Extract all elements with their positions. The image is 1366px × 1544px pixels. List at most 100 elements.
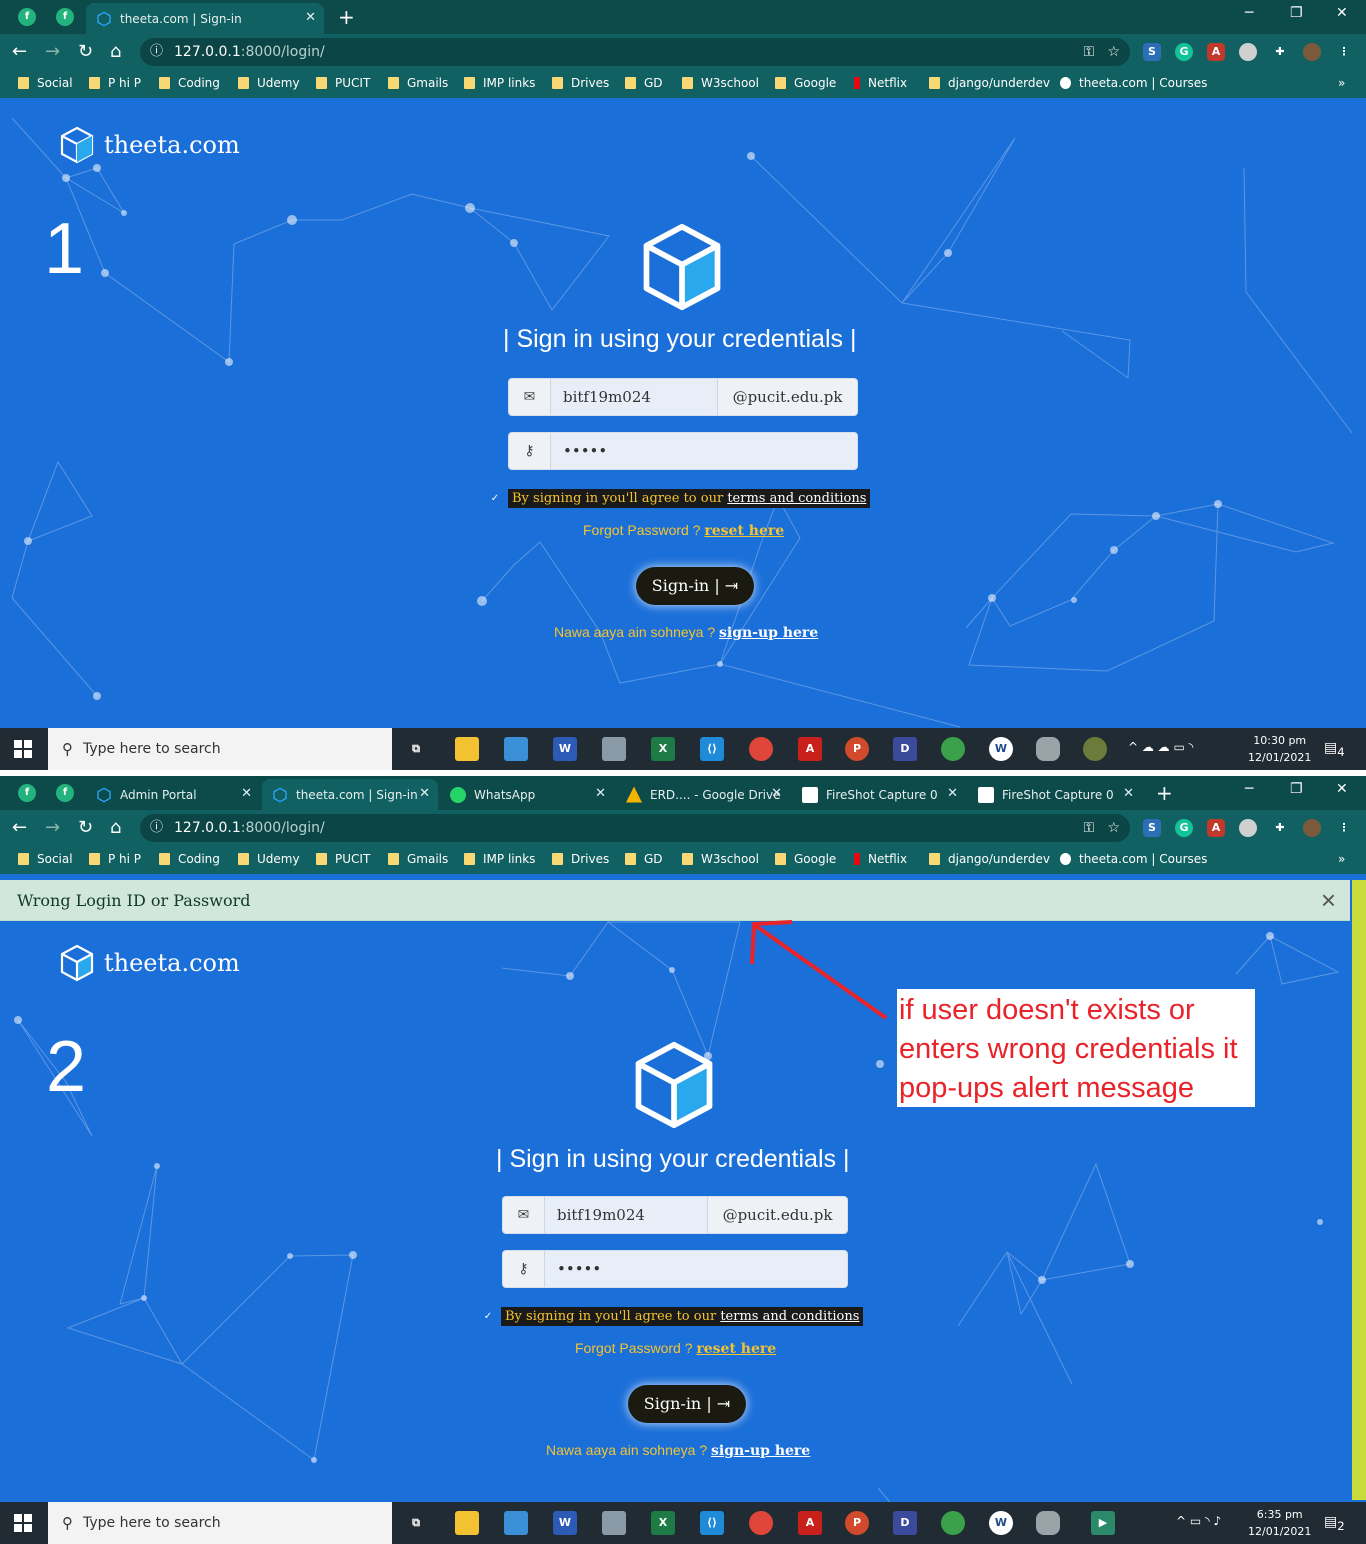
app-arrow-icon[interactable]: ▶ <box>1091 1511 1115 1535</box>
url-input[interactable]: ⓘ 127.0.0.1:8000/login/ ⚿ ☆ <box>140 38 1130 66</box>
photos-icon[interactable] <box>602 737 626 761</box>
home-button[interactable]: ⌂ <box>110 41 121 62</box>
bookmark-django[interactable]: django/underdev <box>929 76 1050 90</box>
bookmark-phip[interactable]: P hi P <box>89 76 141 90</box>
email-field[interactable]: ✉ bitf19m024 @pucit.edu.pk <box>508 378 858 416</box>
task-view-icon[interactable]: ⧉ <box>404 1511 428 1535</box>
bookmark-udemy[interactable]: Udemy <box>238 76 300 90</box>
bookmark-gmails[interactable]: Gmails <box>388 76 448 90</box>
bookmark-imp-links[interactable]: IMP links <box>464 76 535 90</box>
restore-button[interactable]: ❐ <box>1290 5 1303 21</box>
signin-button[interactable]: Sign-in | ⇥ <box>636 567 754 605</box>
clock[interactable]: 10:30 pm 12/01/2021 <box>1248 732 1311 766</box>
windows-start-icon[interactable] <box>14 740 32 758</box>
search-icon: ⚲ <box>62 1514 73 1532</box>
excel-icon[interactable]: X <box>651 1511 675 1535</box>
login-page: theeta.com 1 | Sign in using your creden… <box>0 98 1366 728</box>
bookmark-w3school[interactable]: W3school <box>682 76 759 90</box>
pinned-tab-feedly-2[interactable]: f <box>56 8 74 26</box>
url-host: 127.0.0.1 <box>174 44 241 60</box>
cube-logo-icon <box>60 126 94 164</box>
password-field[interactable]: ⚷ ••••• <box>508 432 858 470</box>
bookmark-pucit[interactable]: PUCIT <box>316 76 370 90</box>
check-icon[interactable]: ✓ <box>488 491 502 506</box>
database-icon[interactable] <box>1036 737 1060 761</box>
window-close-button[interactable]: ✕ <box>1336 5 1348 21</box>
adblock-icon[interactable]: A <box>1207 43 1225 61</box>
avatar[interactable] <box>1303 43 1321 61</box>
terms-link[interactable]: terms and conditions <box>727 491 866 506</box>
notification-count: 4 <box>1337 744 1345 759</box>
grammarly-icon[interactable]: G <box>1175 43 1193 61</box>
bookmark-google[interactable]: Google <box>775 76 836 90</box>
file-explorer-icon[interactable] <box>455 1511 479 1535</box>
chrome-icon[interactable] <box>749 737 773 761</box>
close-icon[interactable]: ✕ <box>305 10 316 25</box>
bookmark-drives[interactable]: Drives <box>552 76 609 90</box>
taskbar-search-input[interactable]: ⚲ Type here to search <box>48 728 392 770</box>
devcpp-icon[interactable]: D <box>893 1511 917 1535</box>
brand-logo[interactable]: theeta.com <box>60 126 240 164</box>
reset-link[interactable]: reset here <box>704 523 784 539</box>
new-tab-button[interactable]: + <box>338 5 355 29</box>
extension-circle-icon[interactable] <box>1239 43 1257 61</box>
excel-icon[interactable]: X <box>651 737 675 761</box>
taskbar: ⚲ Type here to search ⧉ W X ⟨⟩ A P D W ▶ … <box>0 1502 1366 1544</box>
extension-s-icon[interactable]: S <box>1143 43 1161 61</box>
store-icon[interactable] <box>504 737 528 761</box>
task-view-icon[interactable]: ⧉ <box>404 737 428 761</box>
username-value[interactable]: bitf19m024 <box>551 388 717 406</box>
reload-button[interactable]: ↻ <box>78 41 93 62</box>
envelope-icon: ✉ <box>509 379 551 415</box>
bookmark-coding[interactable]: Coding <box>159 76 220 90</box>
paint-icon[interactable] <box>1083 737 1107 761</box>
menu-icon[interactable]: ⋮ <box>1335 43 1353 61</box>
screenshot-1: f f theeta.com | Sign-in ✕ + ─ ❐ ✕ ← → ↻… <box>0 0 1366 770</box>
pinned-tab-feedly[interactable]: f <box>18 8 36 26</box>
minimize-button[interactable]: ─ <box>1245 5 1253 21</box>
notifications-icon[interactable]: ▤4 <box>1324 740 1345 759</box>
signup-link[interactable]: sign-up here <box>719 625 818 641</box>
app-w-icon[interactable]: W <box>989 1511 1013 1535</box>
forward-button[interactable]: → <box>45 41 60 62</box>
puzzle-icon[interactable]: ✚ <box>1271 43 1289 61</box>
store-icon[interactable] <box>504 1511 528 1535</box>
internet-download-icon[interactable] <box>941 1511 965 1535</box>
bookmarks-overflow-icon[interactable]: » <box>1338 76 1345 90</box>
taskbar-search-input[interactable]: ⚲ Type here to search <box>48 1502 392 1544</box>
bookmark-theeta-courses[interactable]: theeta.com | Courses <box>1060 76 1207 90</box>
vscode-icon[interactable]: ⟨⟩ <box>700 737 724 761</box>
acrobat-icon[interactable]: A <box>798 1511 822 1535</box>
brand-name: theeta.com <box>104 131 240 159</box>
vscode-icon[interactable]: ⟨⟩ <box>700 1511 724 1535</box>
app-w-icon[interactable]: W <box>989 737 1013 761</box>
star-icon[interactable]: ⚿ ☆ <box>1083 38 1120 66</box>
notification-count: 2 <box>1337 1518 1345 1533</box>
password-value[interactable]: ••••• <box>551 442 857 460</box>
notifications-icon[interactable]: ▤2 <box>1324 1514 1345 1533</box>
bookmark-gd[interactable]: GD <box>625 76 663 90</box>
clock[interactable]: 6:35 pm 12/01/2021 <box>1248 1506 1311 1540</box>
acrobat-icon[interactable]: A <box>798 737 822 761</box>
forgot-text: Forgot Password ? <box>583 522 701 538</box>
tab-signin[interactable]: theeta.com | Sign-in ✕ <box>86 3 324 34</box>
windows-start-icon[interactable] <box>14 1514 32 1532</box>
info-icon[interactable]: ⓘ <box>150 38 163 66</box>
tray-overflow-icon[interactable]: ^ ☁ ☁ ▭ ◝ <box>1128 740 1193 754</box>
powerpoint-icon[interactable]: P <box>845 1511 869 1535</box>
bookmark-social[interactable]: Social <box>18 76 73 90</box>
search-placeholder: Type here to search <box>83 1515 221 1531</box>
powerpoint-icon[interactable]: P <box>845 737 869 761</box>
photos-icon[interactable] <box>602 1511 626 1535</box>
word-icon[interactable]: W <box>553 737 577 761</box>
step-number: 1 <box>44 209 85 289</box>
database-icon[interactable] <box>1036 1511 1060 1535</box>
back-button[interactable]: ← <box>12 41 27 62</box>
internet-download-icon[interactable] <box>941 737 965 761</box>
bookmark-netflix[interactable]: Netflix <box>854 76 907 90</box>
tray-overflow-icon[interactable]: ^ ▭ ◝ ♪ <box>1176 1514 1221 1528</box>
word-icon[interactable]: W <box>553 1511 577 1535</box>
file-explorer-icon[interactable] <box>455 737 479 761</box>
chrome-icon[interactable] <box>749 1511 773 1535</box>
devcpp-icon[interactable]: D <box>893 737 917 761</box>
